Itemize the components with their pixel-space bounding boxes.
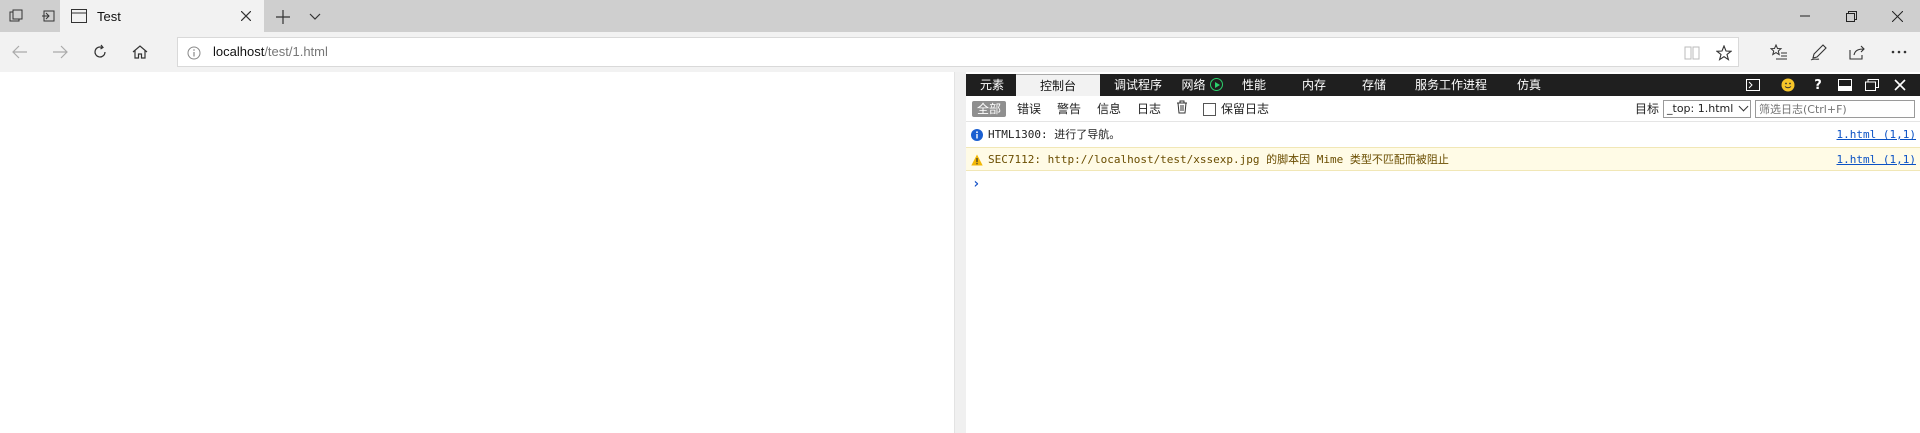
share-icon[interactable] <box>1846 40 1870 64</box>
plus-icon[interactable] <box>272 6 294 28</box>
undock-icon[interactable] <box>1863 76 1881 94</box>
restore-icon[interactable] <box>1828 0 1874 32</box>
url-path: /test/1.html <box>264 44 328 59</box>
favorites-hub-icon[interactable] <box>1767 40 1791 64</box>
more-icon[interactable] <box>1887 40 1911 64</box>
title-bar: Test <box>0 0 1920 32</box>
home-icon[interactable] <box>128 40 152 64</box>
dock-icon[interactable] <box>1836 76 1854 94</box>
console-message-text: HTML1300: 进行了导航。 <box>988 128 1121 141</box>
tab-test[interactable]: Test <box>60 0 264 32</box>
console-message-source[interactable]: 1.html (1,1) <box>1837 148 1916 172</box>
tab-console[interactable]: 控制台 <box>1016 74 1100 96</box>
forward-icon[interactable] <box>48 40 72 64</box>
tab-emulation[interactable]: 仿真 <box>1511 74 1547 96</box>
set-aside-icon[interactable] <box>38 6 58 26</box>
refresh-icon[interactable] <box>88 40 112 64</box>
console-filter-bar: 全部 错误 警告 信息 日志 保留日志 目标 _top: 1.html <box>966 96 1920 122</box>
tab-debugger[interactable]: 调试程序 <box>1106 74 1170 96</box>
console-message-warning: SEC7112: http://localhost/test/xssexp.jp… <box>966 147 1920 171</box>
warning-icon <box>971 154 983 166</box>
url-host: localhost <box>213 44 265 59</box>
close-icon[interactable] <box>234 4 258 28</box>
devtools-tab-bar: 元素 控制台 调试程序 网络 性能 内存 存储 服务工作进程 仿真 ? <box>966 74 1920 96</box>
back-icon[interactable] <box>8 40 32 64</box>
preserve-log-checkbox[interactable] <box>1203 103 1216 116</box>
tab-storage[interactable]: 存储 <box>1356 74 1392 96</box>
preserve-log-label: 保留日志 <box>1221 102 1270 116</box>
tab-service-workers[interactable]: 服务工作进程 <box>1406 74 1496 96</box>
help-icon[interactable]: ? <box>1809 76 1827 94</box>
close-icon[interactable] <box>1891 76 1909 94</box>
target-select[interactable]: _top: 1.html <box>1663 100 1751 118</box>
target-value: _top: 1.html <box>1667 102 1734 115</box>
console-message-info: HTML1300: 进行了导航。 1.html (1,1) <box>966 123 1920 147</box>
tab-performance[interactable]: 性能 <box>1236 74 1272 96</box>
network-record-icon[interactable] <box>1209 78 1223 91</box>
console-icon[interactable] <box>1744 76 1762 94</box>
tab-network[interactable]: 网络 <box>1176 74 1228 96</box>
emoji-icon[interactable] <box>1779 76 1797 94</box>
page-content[interactable] <box>0 72 954 433</box>
devtools-panel: 元素 控制台 调试程序 网络 性能 内存 存储 服务工作进程 仿真 ? 全部 错… <box>966 72 1920 433</box>
tab-actions-icon[interactable] <box>6 6 26 26</box>
minimize-icon[interactable] <box>1782 0 1828 32</box>
reading-view-icon[interactable] <box>1683 44 1701 62</box>
log-filter-input[interactable] <box>1755 100 1915 118</box>
close-icon[interactable] <box>1874 0 1920 32</box>
target-label: 目标 <box>1635 102 1660 116</box>
tab-memory[interactable]: 内存 <box>1296 74 1332 96</box>
filter-logs[interactable]: 日志 <box>1137 101 1161 117</box>
address-bar[interactable]: localhost/test/1.html <box>177 37 1739 67</box>
filter-errors[interactable]: 错误 <box>1017 101 1041 117</box>
filter-all[interactable]: 全部 <box>972 101 1007 117</box>
chevron-down-icon[interactable] <box>304 6 326 28</box>
info-icon[interactable] <box>187 46 201 60</box>
chevron-down-icon <box>1738 101 1749 112</box>
pen-icon[interactable] <box>1807 40 1831 64</box>
console-prompt[interactable]: › <box>972 176 980 192</box>
console-message-text: SEC7112: http://localhost/test/xssexp.jp… <box>988 153 1449 166</box>
console-message-source[interactable]: 1.html (1,1) <box>1837 123 1916 147</box>
filter-info[interactable]: 信息 <box>1097 101 1121 117</box>
page-icon <box>71 9 87 23</box>
trash-icon[interactable] <box>1176 100 1188 116</box>
tab-network-label: 网络 <box>1181 78 1206 92</box>
devtools-splitter[interactable] <box>954 72 966 433</box>
tab-elements[interactable]: 元素 <box>974 74 1010 96</box>
favorite-star-icon[interactable] <box>1715 44 1733 62</box>
filter-warnings[interactable]: 警告 <box>1057 101 1081 117</box>
url-text[interactable]: localhost/test/1.html <box>213 44 328 59</box>
info-icon <box>971 129 983 141</box>
tab-title: Test <box>97 8 121 24</box>
